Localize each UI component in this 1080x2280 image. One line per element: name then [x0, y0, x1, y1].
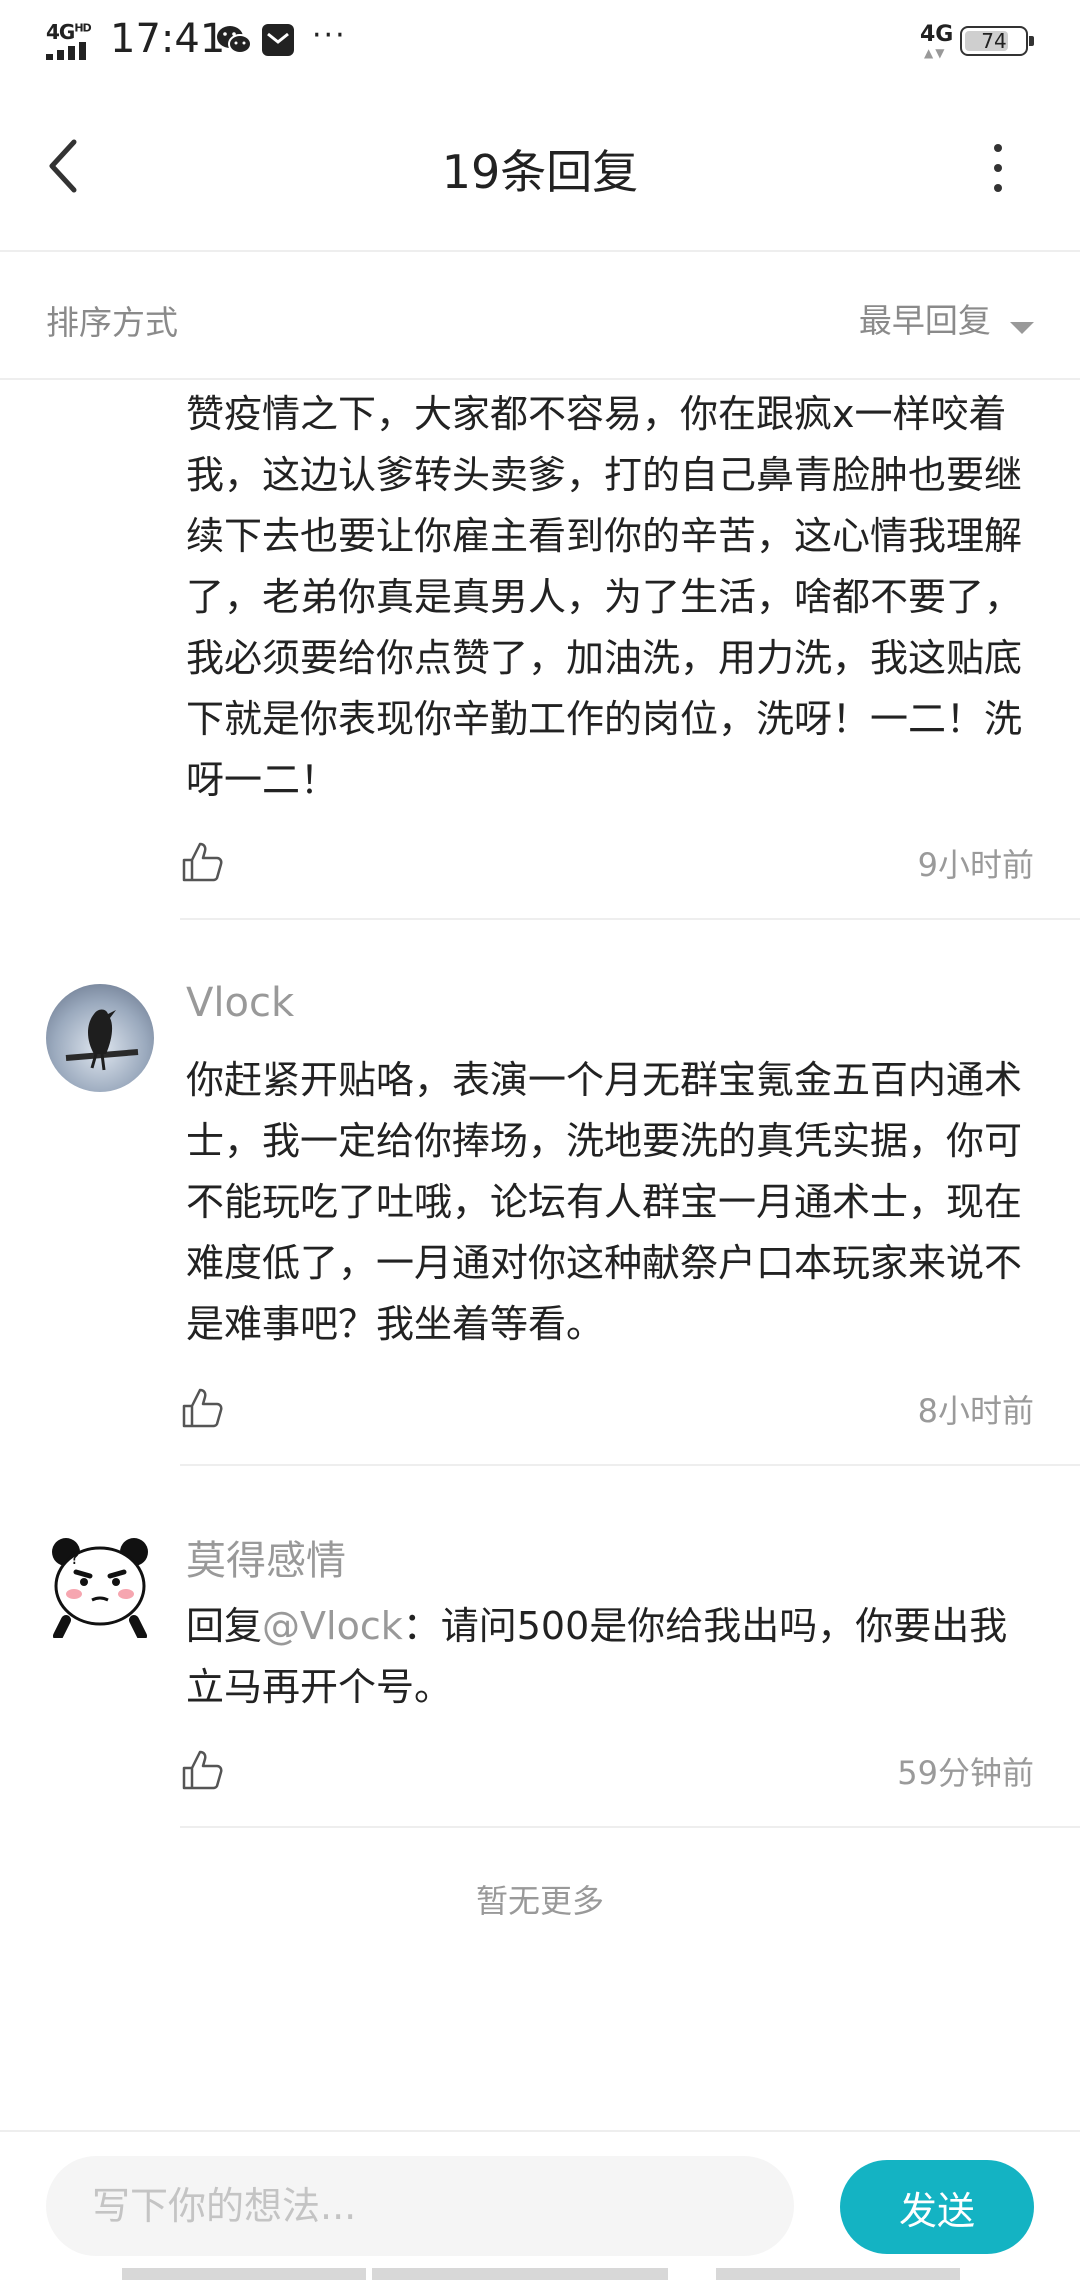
- username[interactable]: 莫得感情: [186, 1528, 346, 1586]
- comment-divider: [180, 1826, 1080, 1828]
- username[interactable]: Vlock: [186, 980, 294, 1026]
- status-bar: 4GHD 17:41 ··· 4G ▲▼ 74: [0, 0, 1080, 84]
- thumbs-up-icon[interactable]: [180, 1386, 224, 1430]
- sort-bar: 排序方式 最早回复: [0, 254, 1080, 380]
- comment-divider: [180, 1464, 1080, 1466]
- gesture-bar: [0, 2268, 1080, 2280]
- data-arrows-icon: ▲▼: [924, 46, 947, 60]
- page-title: 19条回复: [441, 145, 639, 199]
- signal-icon: 4GHD: [46, 20, 98, 60]
- crow-avatar-icon: [65, 1009, 139, 1071]
- comment-time: 9小时前: [917, 846, 1034, 884]
- caret-down-icon: [1010, 321, 1034, 334]
- reply-prefix: 回复: [186, 1604, 263, 1648]
- comment-time: 59分钟前: [897, 1754, 1034, 1792]
- comment-time: 8小时前: [917, 1392, 1034, 1430]
- mention-link[interactable]: @Vlock: [262, 1604, 403, 1648]
- comment-body: 你赶紧开贴咯，表演一个月无群宝氪金五百内通术士，我一定给你捧场，洗地要洗的真凭实…: [186, 1058, 1023, 1346]
- comment-body: 赞疫情之下，大家都不容易，你在跟疯x一样咬着我，这边认爹转头卖爹，打的自己鼻青脸…: [186, 392, 1023, 802]
- reply-input[interactable]: [46, 2156, 794, 2256]
- avatar[interactable]: ?: [46, 1530, 154, 1638]
- battery-icon: 74: [960, 26, 1034, 56]
- more-options-button[interactable]: [980, 140, 1016, 196]
- svg-text:?: ?: [70, 1548, 80, 1569]
- mail-icon: [262, 24, 294, 56]
- comment-divider: [180, 918, 1080, 920]
- sort-value: 最早回复: [858, 301, 991, 340]
- sort-label: 排序方式: [46, 303, 178, 342]
- signal-type: 4G: [920, 22, 954, 47]
- comment-body: 回复@Vlock：请问500是你给我出吗，你要出我立马再开个号。: [186, 1596, 1036, 1718]
- clock: 17:41: [110, 16, 226, 62]
- sort-dropdown[interactable]: 最早回复: [859, 294, 1034, 342]
- thumbs-up-icon[interactable]: [180, 1748, 224, 1792]
- more-dots-icon: ···: [312, 18, 347, 53]
- thumbs-up-icon[interactable]: [180, 840, 224, 884]
- page-header: 19条回复: [0, 84, 1080, 252]
- send-button[interactable]: 发送: [840, 2160, 1034, 2254]
- no-more-text: 暂无更多: [475, 1882, 604, 1920]
- avatar[interactable]: [46, 984, 154, 1092]
- reply-bar: 发送: [0, 2130, 1080, 2280]
- wechat-icon: [217, 26, 252, 54]
- panda-avatar-icon: ?: [52, 1538, 148, 1638]
